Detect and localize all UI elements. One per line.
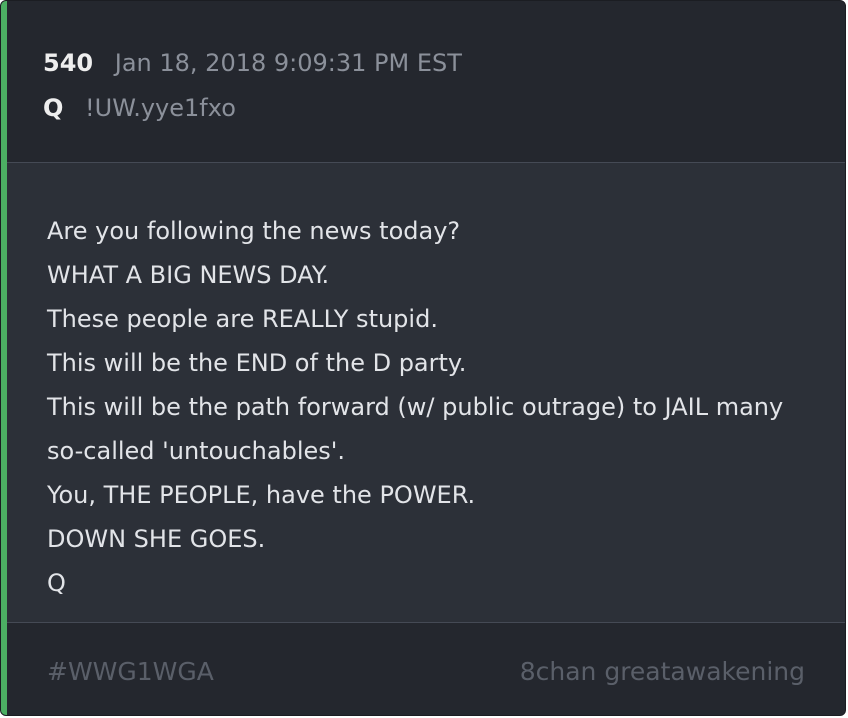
post-footer: #WWG1WGA 8chan greatawakening — [7, 623, 845, 715]
message-line: These people are REALLY stupid. — [47, 305, 438, 333]
message-line: You, THE PEOPLE, have the POWER. — [47, 481, 476, 509]
source-label: 8chan greatawakening — [519, 657, 805, 686]
message-line: This will be the END of the D party. — [47, 349, 467, 377]
post-body: Are you following the news today? WHAT A… — [7, 163, 845, 623]
author-row: Q !UW.yye1fxo — [43, 93, 236, 123]
message-line: WHAT A BIG NEWS DAY. — [47, 261, 330, 289]
post-number[interactable]: 540 — [43, 49, 93, 77]
post-header: 540 Jan 18, 2018 9:09:31 PM EST Q !UW.yy… — [7, 1, 845, 163]
message-line: so-called 'untouchables'. — [47, 437, 345, 465]
message-line: DOWN SHE GOES. — [47, 525, 266, 553]
tripcode: !UW.yye1fxo — [85, 94, 236, 122]
message-line: This will be the path forward (w/ public… — [47, 393, 784, 421]
post-card: 540 Jan 18, 2018 9:09:31 PM EST Q !UW.yy… — [0, 0, 846, 716]
message-line: Are you following the news today? — [47, 217, 461, 245]
hashtag: #WWG1WGA — [47, 657, 214, 686]
post-date: Jan 18, 2018 9:09:31 PM EST — [114, 49, 462, 77]
post-message: Are you following the news today? WHAT A… — [47, 209, 827, 605]
post-meta-row: 540 Jan 18, 2018 9:09:31 PM EST — [43, 48, 462, 78]
message-signature: Q — [47, 569, 66, 597]
author-name: Q — [43, 94, 64, 122]
